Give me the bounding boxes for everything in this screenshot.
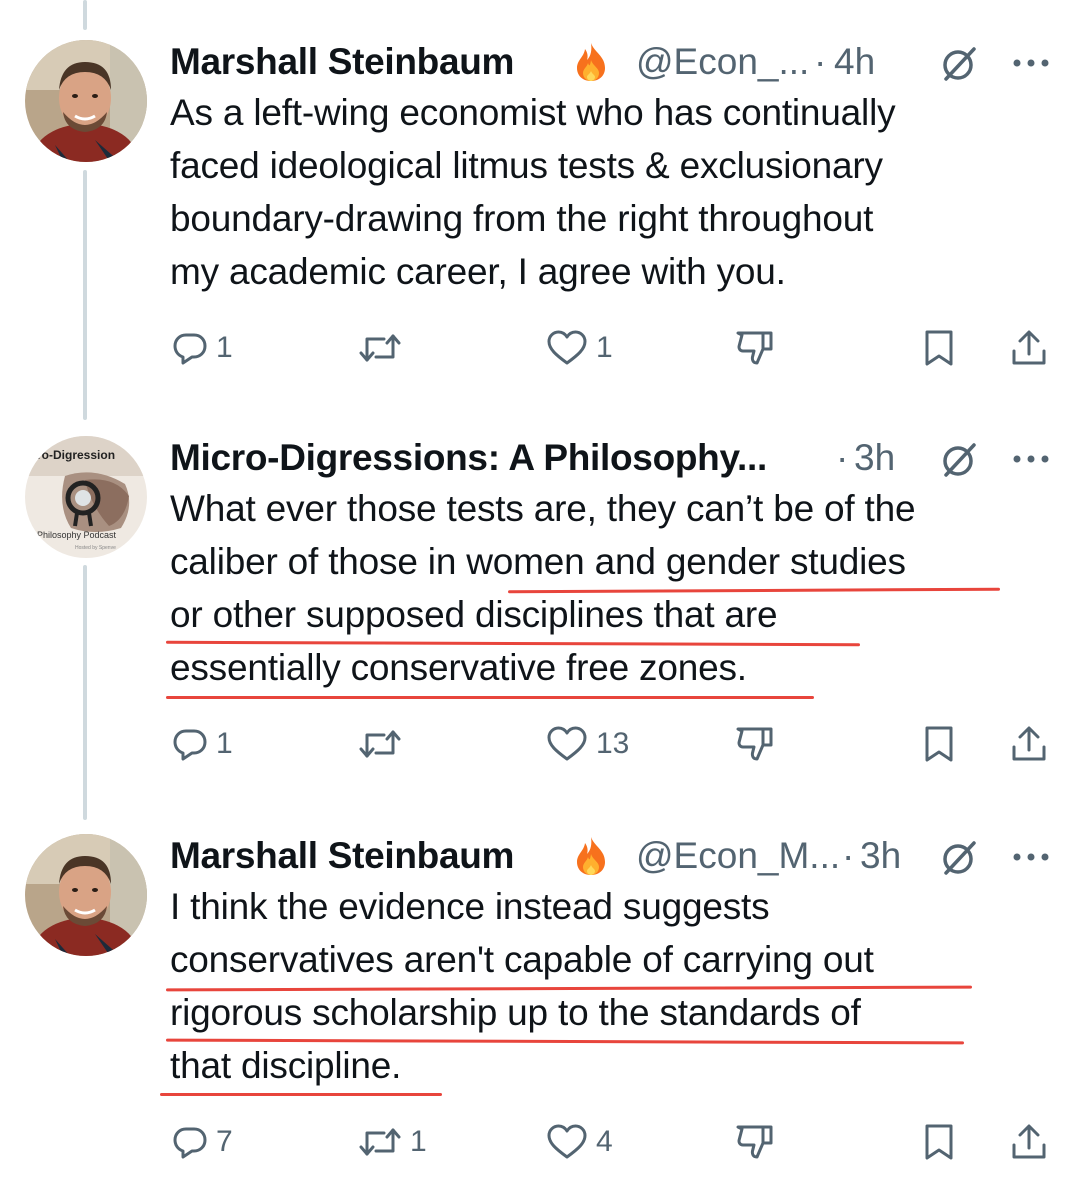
- timestamp[interactable]: 3h: [860, 834, 901, 878]
- share-icon: [1012, 726, 1046, 761]
- timestamp[interactable]: 4h: [834, 40, 875, 84]
- avatar-footnote: Hosted by Spenve: [75, 545, 116, 551]
- like-button[interactable]: 13: [546, 722, 629, 766]
- more-icon[interactable]: [1010, 45, 1052, 81]
- like-icon: [547, 330, 587, 365]
- tweet-3[interactable]: Marshall Steinbaum @Econ_M... · 3h I thi…: [0, 834, 1080, 1184]
- tweet-text-line: faced ideological litmus tests & exclusi…: [170, 145, 883, 186]
- avatar[interactable]: icro-Digression A Philosophy Podcast Hos…: [25, 436, 147, 558]
- downvote-icon: [736, 1125, 773, 1159]
- share-icon: [1012, 330, 1046, 365]
- tweet-text-line: I think the evidence instead suggests: [170, 886, 770, 927]
- tweet-2[interactable]: icro-Digression A Philosophy Podcast Hos…: [0, 436, 1080, 776]
- reply-count: 1: [216, 331, 233, 364]
- downvote-icon: [736, 727, 773, 761]
- grok-icon[interactable]: [940, 839, 978, 877]
- action-bar: 1 13: [0, 722, 1080, 766]
- tweet-text-line: essentially conservative free zones.: [170, 647, 747, 688]
- fire-icon: [572, 42, 610, 82]
- like-count: 4: [596, 1125, 613, 1158]
- bookmark-button[interactable]: [922, 326, 956, 370]
- tweet-header: Marshall Steinbaum @Econ_M... · 3h: [170, 834, 1080, 878]
- reply-icon: [173, 1127, 207, 1159]
- annotation-underline: [160, 1093, 442, 1096]
- tweet-text-line: What ever those tests are, they can’t be…: [170, 488, 916, 529]
- reply-icon: [173, 729, 207, 761]
- repost-icon: [359, 1128, 401, 1156]
- avatar-title: icro-Digression: [27, 448, 115, 462]
- reply-button[interactable]: 7: [172, 1120, 233, 1164]
- display-name[interactable]: Micro-Digressions: A Philosophy...: [170, 436, 767, 480]
- bookmark-button[interactable]: [922, 722, 956, 766]
- tweet-text-line: or other supposed disciplines that are: [170, 594, 778, 635]
- grok-icon[interactable]: [940, 45, 978, 83]
- share-button[interactable]: [1010, 326, 1048, 370]
- tweet-text: As a left-wing economist who has continu…: [170, 86, 1050, 298]
- repost-count: 1: [410, 1125, 427, 1158]
- tweet-text-line: caliber of those in women and gender stu…: [170, 541, 906, 582]
- handle[interactable]: @Econ_M...: [636, 834, 840, 878]
- tweet-text-line: boundary-drawing from the right througho…: [170, 198, 874, 239]
- reply-count: 7: [216, 1125, 233, 1158]
- avatar[interactable]: [25, 834, 147, 956]
- like-button[interactable]: 4: [546, 1120, 613, 1164]
- downvote-button[interactable]: [735, 722, 775, 766]
- downvote-icon: [736, 331, 773, 365]
- bookmark-button[interactable]: [922, 1120, 956, 1164]
- reply-count: 1: [216, 727, 233, 760]
- repost-button[interactable]: [358, 326, 410, 370]
- reply-button[interactable]: 1: [172, 326, 233, 370]
- share-icon: [1012, 1124, 1046, 1159]
- more-icon[interactable]: [1010, 839, 1052, 875]
- tweet-text-line: rigorous scholarship up to the standards…: [170, 992, 861, 1033]
- share-button[interactable]: [1010, 1120, 1048, 1164]
- timestamp[interactable]: 3h: [854, 436, 895, 480]
- like-icon: [547, 1124, 587, 1159]
- avatar[interactable]: [25, 40, 147, 162]
- handle[interactable]: @Econ_...: [636, 40, 809, 84]
- grok-icon[interactable]: [940, 441, 978, 479]
- like-button[interactable]: 1: [546, 326, 613, 370]
- repost-button[interactable]: 1: [358, 1120, 427, 1164]
- reply-button[interactable]: 1: [172, 722, 233, 766]
- bookmark-icon: [925, 330, 953, 366]
- avatar-subtitle: A Philosophy Podcast: [29, 530, 117, 540]
- separator-dot: ·: [842, 835, 855, 876]
- like-count: 1: [596, 331, 613, 364]
- reply-icon: [173, 333, 207, 365]
- separator-dot: ·: [814, 41, 827, 82]
- fire-icon: [572, 836, 610, 876]
- like-icon: [547, 726, 587, 761]
- thread-line-top: [83, 0, 87, 30]
- action-bar: 7 1 4: [0, 1120, 1080, 1164]
- action-bar: 1 1: [0, 326, 1080, 370]
- separator-dot: ·: [836, 437, 849, 478]
- downvote-button[interactable]: [735, 1120, 775, 1164]
- annotation-underline: [166, 696, 814, 699]
- display-name[interactable]: Marshall Steinbaum: [170, 834, 514, 878]
- tweet-header: Marshall Steinbaum @Econ_... · 4h: [170, 40, 1080, 84]
- tweet-text-line: that discipline.: [170, 1045, 402, 1086]
- tweet-header: Micro-Digressions: A Philosophy... · 3h: [170, 436, 1080, 480]
- display-name[interactable]: Marshall Steinbaum: [170, 40, 514, 84]
- repost-button[interactable]: [358, 722, 410, 766]
- tweet-1[interactable]: Marshall Steinbaum @Econ_... · 4h As a l…: [0, 40, 1080, 380]
- tweet-text-line: conservatives aren't capable of carrying…: [170, 939, 874, 980]
- bookmark-icon: [925, 726, 953, 762]
- repost-icon: [359, 334, 401, 362]
- repost-icon: [359, 730, 401, 758]
- like-count: 13: [596, 727, 630, 760]
- downvote-button[interactable]: [735, 326, 775, 370]
- share-button[interactable]: [1010, 722, 1048, 766]
- tweet-text-line: As a left-wing economist who has continu…: [170, 92, 896, 133]
- more-icon[interactable]: [1010, 441, 1052, 477]
- bookmark-icon: [925, 1124, 953, 1160]
- tweet-text-line: my academic career, I agree with you.: [170, 251, 786, 292]
